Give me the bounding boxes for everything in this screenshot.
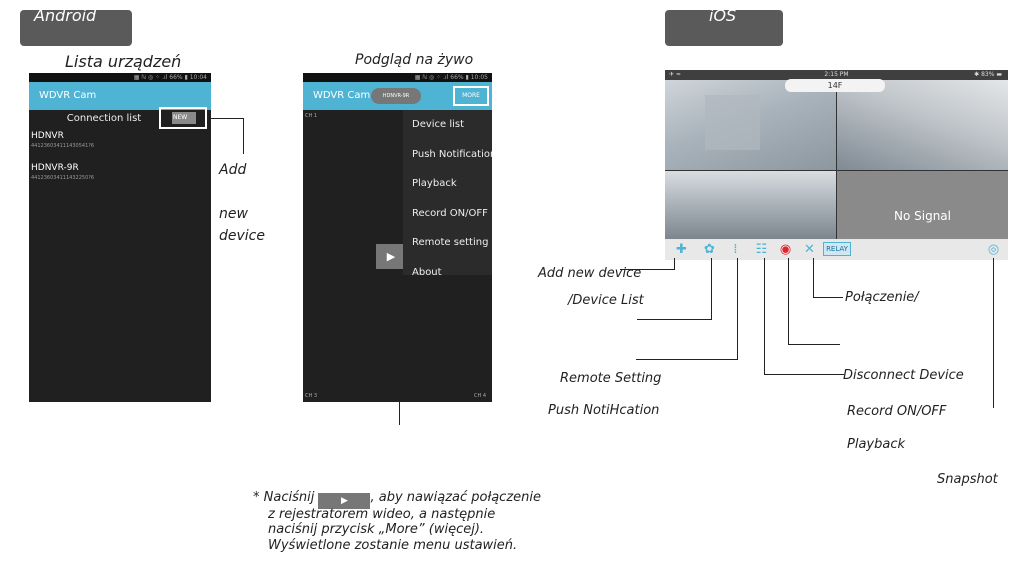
more-button-label: MORE: [462, 92, 480, 99]
connection-list-title: Connection list: [66, 113, 142, 124]
camera-location-text: 14F: [827, 81, 843, 90]
device-id: 441236034111432250?6: [31, 175, 95, 181]
caption-device: device: [219, 228, 265, 244]
label-remote-setting: Remote Setting: [560, 371, 662, 386]
note-text-b: , aby nawiązać połączenie: [370, 490, 541, 505]
menu-item-push-notification[interactable]: Push Notification Setting: [403, 140, 492, 170]
relay-label: RELAY: [826, 245, 848, 253]
camera-location-label: 14F: [785, 79, 885, 92]
ios-tab-label: iOS: [709, 6, 737, 25]
connector-line: [788, 344, 840, 345]
note-line-4: Wyświetlone zostanie menu ustawień.: [268, 538, 518, 553]
channel-label-ch1: CH 1: [305, 113, 318, 119]
menu-item-playback[interactable]: Playback: [403, 169, 492, 199]
camera-view-4[interactable]: No Signal: [837, 171, 1008, 239]
connector-line: [737, 258, 738, 360]
menu-item-record[interactable]: Record ON/OFF: [403, 199, 492, 229]
camera-overlay: [705, 95, 760, 150]
plus-icon[interactable]: ✚: [673, 241, 690, 258]
settings-menu: Device list Push Notification Setting Pl…: [403, 110, 492, 278]
gear-icon[interactable]: ✿: [701, 241, 718, 258]
list-item[interactable]: HDNVR 441236034111430541?6: [29, 131, 211, 153]
camera-view-3[interactable]: [665, 171, 836, 239]
app-title: WDVR Cam: [39, 90, 97, 101]
wrench-icon[interactable]: ⁞: [727, 241, 744, 258]
note-text-a: * Naciśnij: [253, 490, 315, 505]
label-device-list: /Device List: [568, 293, 644, 308]
ios-status-right: ✱ 83% ▬: [974, 71, 1002, 78]
menu-item-about[interactable]: About: [403, 258, 492, 288]
channel-label-ch3: CH 3: [305, 393, 318, 399]
live-preview-heading: Podgląd na żywo: [355, 52, 474, 68]
connector-line: [243, 118, 244, 154]
menu-item-device-list[interactable]: Device list: [403, 110, 492, 140]
label-disconnect-device: Disconnect Device: [843, 368, 964, 383]
connector-line: [813, 297, 843, 298]
list-icon[interactable]: ☷: [753, 241, 770, 258]
relay-button[interactable]: RELAY: [823, 242, 851, 256]
android-device-list-screen: ▦ ℕ ◎ ⁘ .ıl 66% ▮ 10:04 WDVR Cam Connect…: [29, 73, 211, 402]
ios-tab: iOS: [665, 6, 783, 46]
android-tab-label: Android: [34, 6, 97, 25]
list-item[interactable]: HDNVR-9R 441236034111432250?6: [29, 163, 211, 185]
status-bar: ▦ ℕ ◎ ⁘ .ıl 66% ▮ 10:05: [303, 73, 492, 82]
app-title: WDVR Cam: [313, 90, 371, 101]
ios-live-screen: ✈ ≈ 2:15 PM ✱ 83% ▬ 14F No Signal ✚ ✿ ⁞ …: [665, 70, 1008, 260]
app-bar: WDVR Cam: [29, 82, 211, 110]
new-button-label: NEW: [173, 114, 188, 121]
connector-line: [788, 258, 789, 345]
label-add-new-device: Add new device: [538, 266, 642, 281]
connector-line: [993, 258, 994, 408]
disconnect-icon[interactable]: ✕: [801, 241, 818, 258]
channel-label-ch4: CH 4: [474, 393, 487, 399]
device-chip[interactable]: HDNVR-9R: [371, 88, 421, 104]
android-tab: Android: [20, 6, 132, 46]
label-polaczenie: Połączenie/: [845, 290, 919, 305]
note-line-3: naciśnij przycisk „More” (więcej).: [268, 522, 485, 537]
ios-status-time: 2:15 PM: [824, 71, 849, 78]
caption-new: new: [219, 206, 248, 222]
connector-line: [674, 258, 675, 270]
label-push-notification: Push NotiHcation: [548, 403, 660, 418]
ios-status-left: ✈ ≈: [669, 71, 681, 78]
connector-line: [764, 374, 844, 375]
new-device-button[interactable]: NEW: [159, 107, 207, 129]
connector-line: [399, 402, 400, 425]
device-chip-label: HDNVR-9R: [382, 93, 410, 99]
connector-line: [637, 319, 712, 320]
status-bar: ▦ ℕ ◎ ⁘ .ıl 66% ▮ 10:04: [29, 73, 211, 82]
connector-line: [636, 359, 738, 360]
no-signal-text: No Signal: [894, 209, 951, 223]
device-list-heading: Lista urządzeń: [65, 52, 182, 71]
connector-line: [711, 258, 712, 320]
play-button[interactable]: ▶: [376, 244, 406, 269]
connector-line: [210, 118, 244, 119]
android-live-screen: ▦ ℕ ◎ ⁘ .ıl 66% ▮ 10:05 WDVR Cam HDNVR-9…: [303, 73, 492, 402]
label-record-onoff: Record ON/OFF: [847, 404, 947, 419]
label-playback: Playback: [847, 437, 906, 452]
connector-line: [764, 258, 765, 375]
device-name: HDNVR-9R: [31, 163, 79, 173]
camera-view-1[interactable]: [665, 80, 836, 170]
snapshot-icon[interactable]: ◎: [985, 241, 1002, 258]
play-icon: ▶: [386, 250, 396, 263]
note-line-2: z rejestratorem wideo, a następnie: [268, 507, 496, 522]
device-id: 441236034111430541?6: [31, 143, 95, 149]
app-bar: WDVR Cam HDNVR-9R MORE: [303, 82, 492, 110]
camera-view-2[interactable]: [837, 80, 1008, 170]
record-icon[interactable]: ◉: [777, 241, 794, 258]
ios-toolbar: ✚ ✿ ⁞ ☷ ◉ ✕ RELAY ◎: [665, 239, 1008, 260]
label-snapshot: Snapshot: [937, 472, 998, 487]
more-button[interactable]: MORE: [453, 86, 489, 106]
caption-add: Add: [219, 162, 247, 178]
connector-line: [813, 258, 814, 298]
menu-item-remote-setting[interactable]: Remote setting: [403, 228, 492, 258]
device-name: HDNVR: [31, 131, 64, 141]
